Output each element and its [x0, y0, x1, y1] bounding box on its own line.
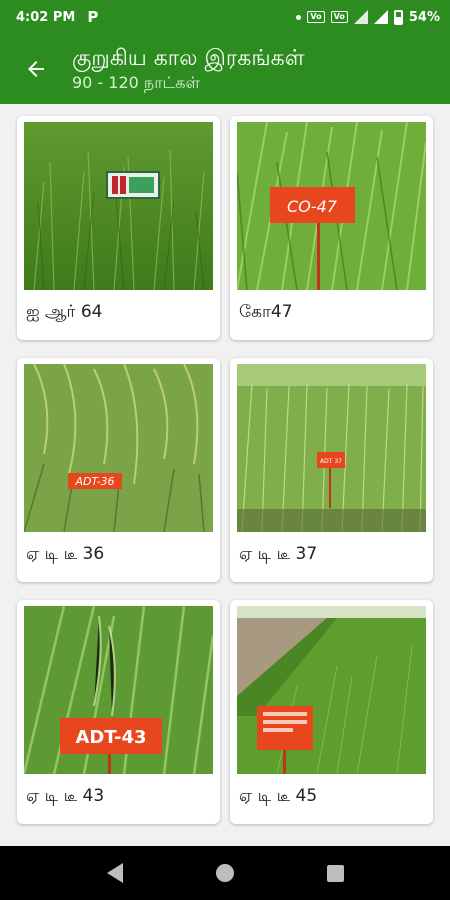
variety-card[interactable]: ADT-43 ஏ டி டீ 43	[17, 600, 220, 824]
variety-photo: ADT-43	[24, 606, 213, 774]
variety-name: கோ47	[239, 302, 293, 322]
variety-card[interactable]: ஐ ஆர் 64	[17, 116, 220, 340]
variety-card[interactable]: ADT-36 ஏ டி டீ 36	[17, 358, 220, 582]
notification-app-icon: P	[87, 8, 99, 26]
variety-card[interactable]: ADT 37 ஏ டி டீ 37	[230, 358, 433, 582]
plot-sign-text: ADT-43	[75, 727, 146, 748]
nav-home-icon[interactable]	[215, 864, 234, 882]
status-bar: 4:02 PM P Vo Vo 54%	[0, 0, 450, 34]
variety-name: ஏ டி டீ 36	[26, 544, 105, 564]
variety-name: ஏ டி டீ 37	[239, 544, 318, 564]
page-subtitle: 90 - 120 நாட்கள்	[72, 73, 200, 92]
volte-icon: Vo	[307, 11, 325, 23]
plot-sign-text: ADT-36	[74, 475, 114, 488]
nav-back-icon[interactable]	[106, 863, 123, 883]
variety-card[interactable]: CO-47 கோ47	[230, 116, 433, 340]
notification-dot-icon	[296, 14, 302, 20]
variety-name: ஏ டி டீ 45	[239, 786, 318, 806]
variety-photo	[237, 606, 426, 774]
arrow-left-icon	[28, 61, 44, 77]
signal-2-icon	[373, 10, 388, 24]
variety-name: ஐ ஆர் 64	[26, 302, 103, 322]
nav-recents-icon[interactable]	[326, 864, 344, 882]
variety-photo: CO-47	[237, 122, 426, 290]
battery-icon	[393, 9, 403, 25]
status-time: 4:02 PM	[16, 9, 76, 25]
variety-name: ஏ டி டீ 43	[26, 786, 105, 806]
system-nav-bar	[0, 846, 450, 900]
app-bar: குறுகிய கால இரகங்கள் 90 - 120 நாட்கள்	[0, 34, 450, 104]
signal-1-icon	[353, 10, 368, 24]
variety-grid: ஐ ஆர் 64 CO-47 கோ47 ADT-36 ஏ டி டீ 36 AD…	[17, 116, 433, 824]
volte-2-icon: Vo	[330, 11, 348, 23]
variety-photo: ADT-36	[24, 364, 213, 532]
variety-card[interactable]: ஏ டி டீ 45	[230, 600, 433, 824]
status-icons: Vo Vo 54%	[296, 9, 440, 25]
variety-photo: ADT 37	[237, 364, 426, 532]
page-title: குறுகிய கால இரகங்கள்	[72, 46, 305, 71]
plot-sign-text: CO-47	[287, 197, 338, 216]
plot-sign-text: ADT 37	[320, 458, 342, 465]
battery-percent: 54%	[408, 9, 440, 25]
variety-photo	[24, 122, 213, 290]
back-button[interactable]	[0, 34, 72, 104]
